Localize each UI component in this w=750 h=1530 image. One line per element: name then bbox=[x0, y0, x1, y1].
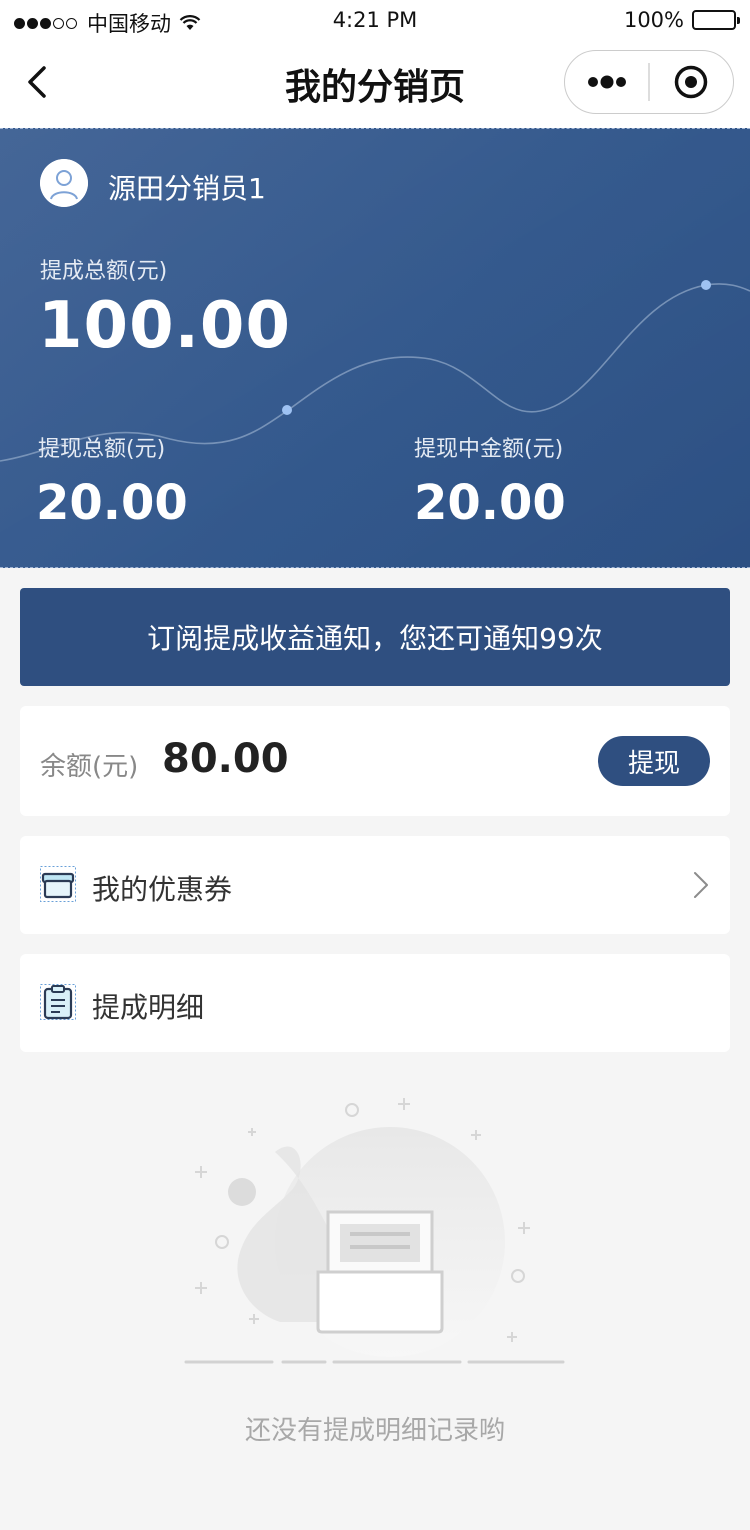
close-button[interactable] bbox=[650, 51, 733, 113]
nav-bar: 我的分销页 bbox=[0, 42, 750, 128]
balance-value: 80.00 bbox=[162, 736, 289, 782]
my-coupons-item[interactable]: 我的优惠券 bbox=[20, 836, 730, 934]
withdrawing-amount-label: 提现中金额(元) bbox=[414, 437, 564, 462]
mini-program-capsule bbox=[564, 50, 734, 114]
balance-label: 余额(元) bbox=[40, 752, 139, 782]
withdraw-total-label: 提现总额(元) bbox=[38, 437, 166, 462]
battery-icon bbox=[692, 10, 740, 30]
chevron-right-icon bbox=[694, 872, 708, 898]
clipboard-icon bbox=[40, 984, 76, 1020]
withdraw-total-value: 20.00 bbox=[36, 475, 188, 531]
empty-state-illustration bbox=[184, 1098, 565, 1364]
more-dots-icon bbox=[587, 75, 626, 89]
withdraw-button[interactable]: 提现 bbox=[598, 736, 710, 786]
status-bar: 中国移动 4:21 PM 100% bbox=[0, 0, 750, 42]
empty-state-text: 还没有提成明细记录哟 bbox=[244, 1416, 505, 1446]
commission-detail-label: 提成明细 bbox=[92, 991, 205, 1024]
status-right: 100% bbox=[623, 8, 740, 32]
subscribe-label: 订阅提成收益通知，您还可通知99次 bbox=[147, 622, 603, 655]
battery-percent: 100% bbox=[623, 8, 684, 32]
more-button[interactable] bbox=[565, 51, 648, 113]
user-name: 源田分销员1 bbox=[108, 172, 266, 205]
my-coupons-label: 我的优惠券 bbox=[92, 873, 233, 906]
total-commission-label: 提成总额(元) bbox=[40, 259, 168, 284]
subscribe-notification-button[interactable]: 订阅提成收益通知，您还可通知99次 bbox=[20, 588, 730, 686]
avatar bbox=[40, 159, 88, 207]
target-close-icon bbox=[675, 65, 708, 99]
balance-card: 余额(元) 80.00 提现 bbox=[20, 706, 730, 816]
coupon-box-icon bbox=[40, 866, 76, 902]
total-commission-value: 100.00 bbox=[38, 289, 291, 363]
commission-detail-item[interactable]: 提成明细 bbox=[20, 954, 730, 1052]
distribution-page: 中国移动 4:21 PM 100% 我的分销页 源田分销员1 提成总额(元) 1… bbox=[0, 0, 750, 1530]
user-avatar-icon bbox=[40, 159, 88, 207]
withdraw-button-label: 提现 bbox=[627, 748, 680, 779]
commission-summary-header: 源田分销员1 提成总额(元) 100.00 提现总额(元) 20.00 提现中金… bbox=[0, 128, 750, 568]
withdrawing-amount-value: 20.00 bbox=[414, 475, 566, 531]
